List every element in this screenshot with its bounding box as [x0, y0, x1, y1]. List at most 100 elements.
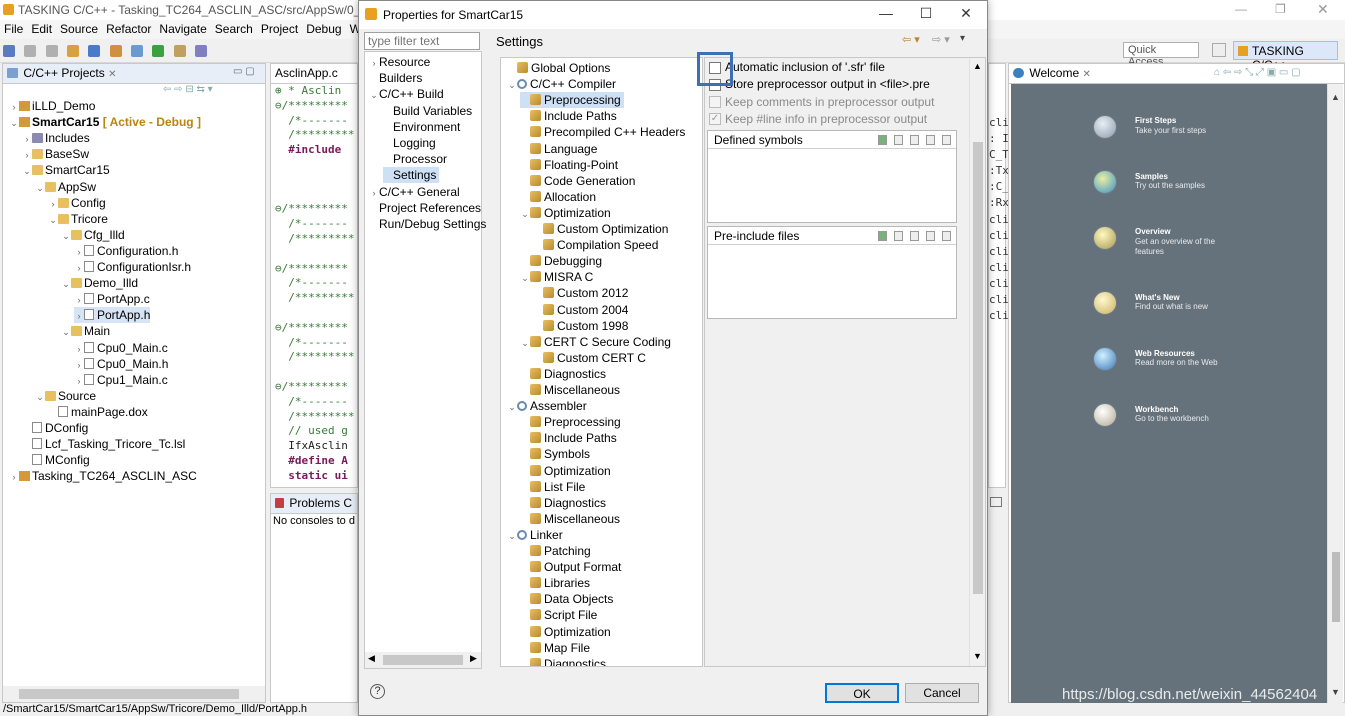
target-icon[interactable]: [109, 45, 122, 57]
expand-toggle-icon[interactable]: ›: [74, 373, 84, 389]
expand-toggle-icon[interactable]: ⌄: [520, 270, 530, 286]
project-tree-item[interactable]: › PortApp.c: [74, 291, 150, 307]
settings-tree-item[interactable]: Custom 2012: [533, 285, 628, 301]
project-tree-item[interactable]: ⌄ Demo_Illd: [61, 275, 138, 291]
dialog-minimize-icon[interactable]: —: [871, 5, 901, 21]
settings-tree-item[interactable]: Precompiled C++ Headers: [520, 124, 685, 140]
project-tree-item[interactable]: DConfig: [22, 420, 88, 436]
expand-toggle-icon[interactable]: ⌄: [520, 335, 530, 351]
project-tree-item[interactable]: ⌄ Cfg_Illd: [61, 227, 124, 244]
scroll-right-icon[interactable]: ▶: [470, 653, 477, 664]
nav-hscroll[interactable]: ◀ ▶: [365, 652, 481, 668]
expand-toggle-icon[interactable]: ›: [48, 196, 58, 212]
run-icon[interactable]: [152, 45, 165, 57]
keep-line-info-checkbox[interactable]: ✓: [709, 113, 721, 125]
settings-tree-item[interactable]: Optimization: [520, 624, 611, 640]
settings-tree-item[interactable]: Map File: [520, 640, 590, 656]
edit-symbol-icon[interactable]: [910, 135, 919, 145]
nav-item[interactable]: Environment: [383, 119, 460, 135]
settings-tree-item[interactable]: Libraries: [520, 575, 590, 591]
expand-toggle-icon[interactable]: ›: [22, 147, 32, 163]
settings-tree-item[interactable]: ⌄ Optimization: [520, 205, 610, 222]
add-symbol-icon[interactable]: [878, 135, 887, 145]
nav-item[interactable]: ⌄C/C++ Build: [369, 86, 443, 102]
problems-tab[interactable]: Problems C: [271, 494, 357, 514]
filter-input[interactable]: [364, 32, 480, 50]
defined-symbols-list[interactable]: Defined symbols: [707, 130, 957, 223]
samples-icon[interactable]: [1093, 170, 1117, 194]
project-tree-item[interactable]: › Cpu0_Main.h: [74, 356, 169, 373]
menu-item[interactable]: Search: [211, 20, 257, 38]
settings-tree-item[interactable]: Miscellaneous: [520, 511, 620, 527]
settings-tree-item[interactable]: Global Options: [507, 60, 610, 76]
settings-tree-item[interactable]: Diagnostics: [520, 656, 606, 666]
settings-tree-item[interactable]: Miscellaneous: [520, 382, 620, 398]
welcome-scroll-thumb[interactable]: [1332, 552, 1340, 622]
samples-title[interactable]: Samples: [1135, 172, 1168, 181]
project-tree-item[interactable]: ⌄ AppSw: [35, 179, 96, 195]
first-steps-icon[interactable]: [1093, 115, 1117, 139]
quick-access-field[interactable]: Quick Access: [1123, 42, 1199, 68]
close-icon[interactable]: ✕: [1317, 1, 1329, 18]
settings-tree-item[interactable]: Debugging: [520, 253, 602, 269]
expand-toggle-icon[interactable]: ⌄: [507, 528, 517, 544]
settings-tree-item[interactable]: Output Format: [520, 559, 621, 575]
project-tree-item[interactable]: mainPage.dox: [48, 404, 148, 420]
whats-new-title[interactable]: What's New: [1135, 293, 1180, 302]
menu-item[interactable]: Source: [56, 20, 102, 38]
expand-toggle-icon[interactable]: ›: [74, 357, 84, 373]
workbench-icon[interactable]: [1093, 403, 1117, 427]
nav-item[interactable]: Logging: [383, 135, 436, 151]
welcome-scrollbar[interactable]: ▲ ▼: [1327, 84, 1343, 703]
nav-item[interactable]: Settings: [383, 167, 440, 184]
expand-toggle-icon[interactable]: ›: [74, 308, 84, 324]
expand-toggle-icon[interactable]: ⌄: [35, 389, 45, 405]
nav-item[interactable]: Processor: [383, 151, 447, 167]
move-up-file-icon[interactable]: [926, 231, 935, 241]
forward-icon[interactable]: ⇨ ▾: [932, 33, 950, 46]
project-tree-item[interactable]: › Cpu0_Main.c: [74, 340, 168, 356]
menu-item[interactable]: Edit: [27, 20, 56, 38]
web-resources-title[interactable]: Web Resources: [1135, 349, 1195, 358]
expand-toggle-icon[interactable]: ⌄: [507, 399, 517, 415]
minimize-icon[interactable]: —: [1235, 2, 1247, 16]
expand-toggle-icon[interactable]: ›: [74, 244, 84, 260]
settings-tree-item[interactable]: Code Generation: [520, 173, 635, 189]
menu-item[interactable]: Refactor: [102, 20, 155, 38]
preinclude-files-list[interactable]: Pre-include files: [707, 226, 957, 319]
options-scroll-down-icon[interactable]: ▼: [973, 651, 982, 661]
expand-toggle-icon[interactable]: ⌄: [9, 115, 19, 131]
nav-item[interactable]: Build Variables: [383, 103, 472, 119]
settings-tree-item[interactable]: Custom CERT C: [533, 350, 646, 366]
expand-toggle-icon[interactable]: ⌄: [520, 206, 530, 222]
menu-item[interactable]: Project: [257, 20, 302, 38]
settings-tree-item[interactable]: Compilation Speed: [533, 237, 658, 253]
project-tree-item[interactable]: › ConfigurationIsr.h: [74, 259, 192, 275]
overview-icon[interactable]: [1093, 226, 1117, 250]
project-tree-item[interactable]: › Tasking_TC264_ASCLIN_ASC: [9, 468, 197, 484]
help-button[interactable]: ?: [370, 684, 385, 699]
expand-toggle-icon[interactable]: ⌄: [61, 276, 71, 292]
project-tree-item[interactable]: › iLLD_Demo: [9, 98, 96, 115]
new-icon[interactable]: [3, 45, 15, 57]
expand-toggle-icon[interactable]: ⌄: [61, 228, 71, 244]
tool-icon[interactable]: [131, 45, 144, 57]
maximize-view-icon[interactable]: [990, 497, 1002, 507]
save-all-icon[interactable]: [45, 45, 58, 57]
expand-toggle-icon[interactable]: ›: [9, 99, 19, 115]
view-toolbar-icons[interactable]: ⇦ ⇨ ⊟ ⇆ ▾: [163, 84, 213, 95]
project-tree-item[interactable]: › PortApp.h: [74, 307, 151, 324]
project-tree-item[interactable]: ⌄ Source: [35, 388, 96, 404]
expand-toggle-icon[interactable]: ›: [9, 469, 19, 485]
expand-toggle-icon[interactable]: ⌄: [61, 324, 71, 340]
settings-tree-item[interactable]: ⌄ CERT C Secure Coding: [520, 334, 671, 350]
project-tree-item[interactable]: › Includes: [22, 130, 90, 146]
expand-toggle-icon[interactable]: ›: [74, 292, 84, 308]
project-tree-item[interactable]: ⌄ Tricore: [48, 211, 108, 227]
keep-comments-checkbox[interactable]: [709, 96, 721, 108]
settings-tree-item[interactable]: Optimization: [520, 463, 611, 479]
settings-tree-item[interactable]: Custom 2004: [533, 302, 628, 318]
expand-toggle-icon[interactable]: ⌄: [35, 180, 45, 196]
settings-tree-item[interactable]: Symbols: [520, 446, 590, 462]
settings-tree-item[interactable]: List File: [520, 479, 585, 495]
